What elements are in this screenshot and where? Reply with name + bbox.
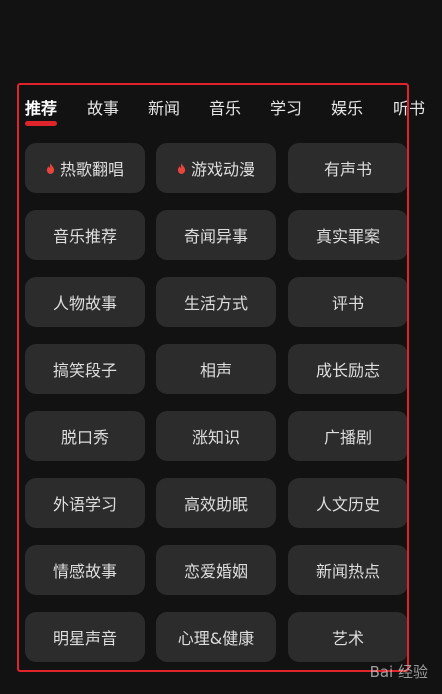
category-chip[interactable]: 评书 xyxy=(288,277,408,327)
category-chip[interactable]: 涨知识 xyxy=(156,411,276,461)
tab-entertainment[interactable]: 娱乐 xyxy=(331,97,363,121)
category-chip[interactable]: 热歌翻唱 xyxy=(25,143,145,193)
tab-label: 音乐 xyxy=(209,99,242,118)
category-label: 相声 xyxy=(199,361,232,380)
category-label: 脱口秀 xyxy=(60,428,109,447)
category-chip[interactable]: 生活方式 xyxy=(156,277,276,327)
category-screen: 推荐 故事 新闻 音乐 学习 娱乐 听书 热歌翻唱 游戏动漫 有声书 音乐推荐 奇闻异事… xyxy=(0,0,442,694)
category-label: 奇闻异事 xyxy=(183,227,248,246)
category-label: 成长励志 xyxy=(315,361,380,380)
category-label: 生活方式 xyxy=(183,294,248,313)
category-label: 搞笑段子 xyxy=(52,361,117,380)
category-label: 新闻热点 xyxy=(315,562,380,581)
category-label: 明星声音 xyxy=(52,629,117,648)
category-chip[interactable]: 恋爱婚姻 xyxy=(156,545,276,595)
tab-label: 听书 xyxy=(393,99,426,118)
category-tab-bar: 推荐 故事 新闻 音乐 学习 娱乐 听书 xyxy=(0,97,442,129)
category-label: 音乐推荐 xyxy=(52,227,117,246)
tab-label: 新闻 xyxy=(148,99,181,118)
category-label: 心理&健康 xyxy=(177,629,255,648)
category-chip[interactable]: 有声书 xyxy=(288,143,408,193)
tab-label: 推荐 xyxy=(25,99,58,118)
category-chip[interactable]: 情感故事 xyxy=(25,545,145,595)
flame-icon xyxy=(177,162,186,174)
category-label: 涨知识 xyxy=(191,428,240,447)
category-label: 评书 xyxy=(331,294,364,313)
category-chip[interactable]: 游戏动漫 xyxy=(156,143,276,193)
category-chip[interactable]: 搞笑段子 xyxy=(25,344,145,394)
category-chip[interactable]: 高效助眠 xyxy=(156,478,276,528)
category-chip[interactable]: 音乐推荐 xyxy=(25,210,145,260)
active-tab-indicator xyxy=(25,121,58,126)
watermark-text: Bai 经验 xyxy=(369,663,428,681)
category-label: 人物故事 xyxy=(52,294,117,313)
category-label: 高效助眠 xyxy=(183,495,248,514)
category-chip[interactable]: 外语学习 xyxy=(25,478,145,528)
tab-music[interactable]: 音乐 xyxy=(209,97,241,121)
category-label: 外语学习 xyxy=(52,495,117,514)
category-label: 真实罪案 xyxy=(315,227,380,246)
category-chip[interactable]: 心理&健康 xyxy=(156,612,276,662)
watermark: Bai 经验 xyxy=(370,661,428,682)
category-label: 情感故事 xyxy=(52,562,117,581)
tab-label: 学习 xyxy=(270,99,303,118)
category-chip[interactable]: 相声 xyxy=(156,344,276,394)
tab-label: 故事 xyxy=(87,99,120,118)
category-chip[interactable]: 人文历史 xyxy=(288,478,408,528)
category-label: 有声书 xyxy=(323,160,372,179)
tab-story[interactable]: 故事 xyxy=(87,97,119,121)
category-label: 热歌翻唱 xyxy=(59,160,124,179)
flame-icon xyxy=(46,162,55,174)
tab-recommend[interactable]: 推荐 xyxy=(25,97,58,126)
tab-study[interactable]: 学习 xyxy=(270,97,302,121)
category-chip[interactable]: 奇闻异事 xyxy=(156,210,276,260)
category-label: 人文历史 xyxy=(315,495,380,514)
category-chip[interactable]: 脱口秀 xyxy=(25,411,145,461)
category-label: 广播剧 xyxy=(323,428,372,447)
category-label: 恋爱婚姻 xyxy=(183,562,248,581)
category-chip[interactable]: 新闻热点 xyxy=(288,545,408,595)
category-chip[interactable]: 人物故事 xyxy=(25,277,145,327)
category-chip[interactable]: 广播剧 xyxy=(288,411,408,461)
category-label: 艺术 xyxy=(331,629,364,648)
category-chip[interactable]: 艺术 xyxy=(288,612,408,662)
category-chip[interactable]: 真实罪案 xyxy=(288,210,408,260)
category-chip[interactable]: 成长励志 xyxy=(288,344,408,394)
category-label: 游戏动漫 xyxy=(190,160,255,179)
tab-label: 娱乐 xyxy=(331,99,364,118)
tab-audiobook[interactable]: 听书 xyxy=(393,97,425,121)
category-chip[interactable]: 明星声音 xyxy=(25,612,145,662)
tab-news[interactable]: 新闻 xyxy=(148,97,180,121)
